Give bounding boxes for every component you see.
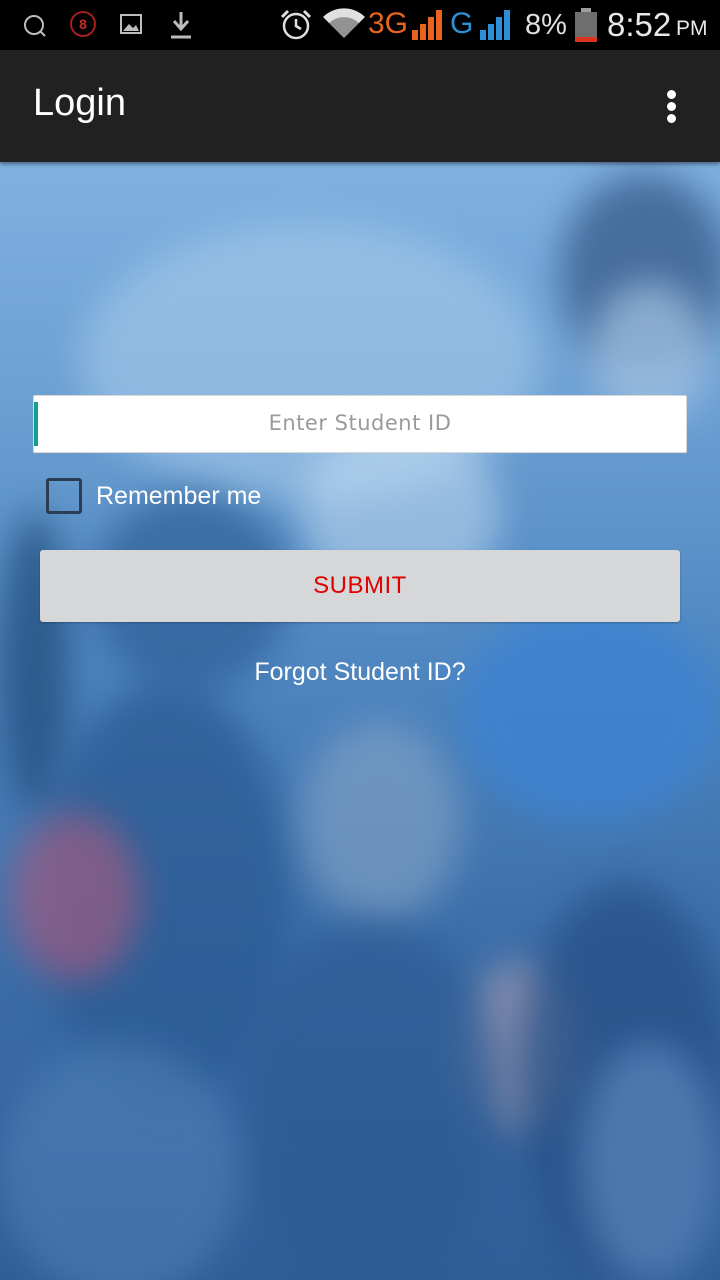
student-id-input[interactable]: Enter Student ID <box>33 395 687 453</box>
network-g-label: G <box>450 7 474 40</box>
alarm-icon <box>280 9 312 40</box>
remember-me-label: Remember me <box>96 482 262 510</box>
app-bar: Login <box>0 50 720 162</box>
forgot-student-id-link[interactable]: Forgot Student ID? <box>0 658 720 687</box>
search-notification-icon <box>24 15 46 37</box>
more-vert-icon[interactable] <box>650 80 694 132</box>
clock-ampm: PM <box>676 17 708 40</box>
battery-icon <box>575 8 597 42</box>
background-image <box>0 162 720 1280</box>
network-3g-label: 3G <box>368 7 409 40</box>
signal-3g-icon <box>412 10 442 40</box>
page-title: Login <box>33 82 126 124</box>
clock-time: 8:52 <box>607 6 672 43</box>
notification-badge-count: 8 <box>79 16 87 32</box>
battery-percent: 8% <box>525 9 567 41</box>
wifi-icon <box>323 8 365 38</box>
signal-g-icon <box>480 10 510 40</box>
student-id-placeholder: Enter Student ID <box>268 411 452 435</box>
status-bar: 8 3G G 8% 8:52 PM <box>0 0 720 50</box>
submit-button-label: SUBMIT <box>313 572 407 599</box>
image-notification-icon <box>120 14 142 34</box>
submit-button[interactable]: SUBMIT <box>40 550 680 622</box>
remember-me-checkbox[interactable] <box>46 478 82 514</box>
download-icon <box>171 12 191 39</box>
notification-badge-icon: 8 <box>70 11 96 37</box>
